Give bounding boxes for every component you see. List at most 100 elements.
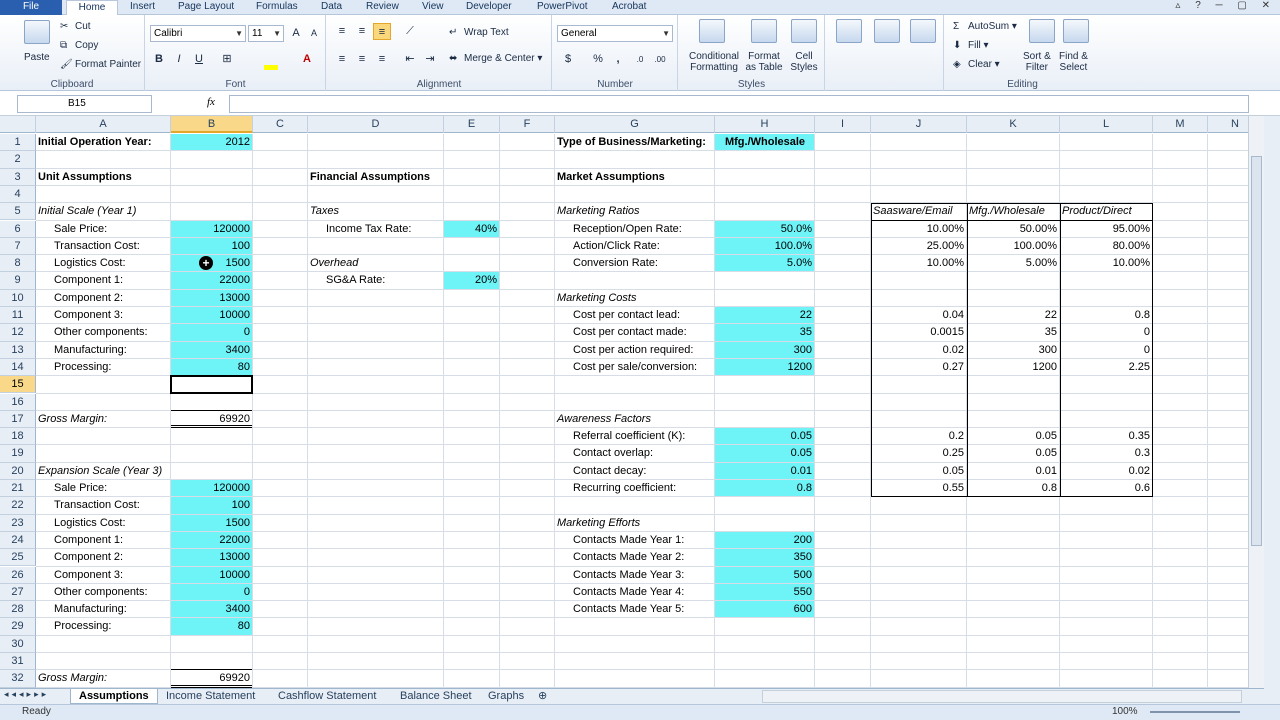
row-header-6[interactable]: 6 bbox=[0, 220, 36, 238]
cell-a29[interactable]: Processing: bbox=[54, 618, 111, 635]
cell-h8[interactable]: 5.0% bbox=[717, 255, 812, 272]
cell-k11[interactable]: 22 bbox=[969, 307, 1057, 324]
column-header-k[interactable]: K bbox=[967, 116, 1060, 133]
row-header-15[interactable]: 15 bbox=[0, 376, 36, 394]
row-header-30[interactable]: 30 bbox=[0, 635, 36, 653]
cell-g3[interactable]: Market Assumptions bbox=[557, 169, 665, 186]
row-header-25[interactable]: 25 bbox=[0, 549, 36, 567]
cell-a8[interactable]: Logistics Cost: bbox=[54, 255, 126, 272]
cell-b14[interactable]: 80 bbox=[173, 359, 250, 376]
window-controls[interactable]: ▵ ? ─ ▢ ✕ bbox=[1175, 0, 1276, 15]
cell-l21[interactable]: 0.6 bbox=[1062, 480, 1150, 497]
row-header-13[interactable]: 13 bbox=[0, 341, 36, 359]
cell-k5[interactable]: Mfg./Wholesale bbox=[969, 203, 1045, 220]
cell-j5[interactable]: Saasware/Email bbox=[873, 203, 952, 220]
cell-a24[interactable]: Component 1: bbox=[54, 532, 123, 549]
column-header-c[interactable]: C bbox=[253, 116, 308, 133]
cell-h26[interactable]: 500 bbox=[717, 567, 812, 584]
cell-l12[interactable]: 0 bbox=[1062, 324, 1150, 341]
horizontal-scrollbar[interactable] bbox=[762, 690, 1242, 703]
format-painter-button[interactable]: 🖌 Format Painter bbox=[60, 59, 141, 70]
cell-d8[interactable]: Overhead bbox=[310, 255, 358, 272]
align-center-icon[interactable]: ≡ bbox=[353, 51, 371, 68]
cell-k21[interactable]: 0.8 bbox=[969, 480, 1057, 497]
cell-a1[interactable]: Initial Operation Year: bbox=[38, 134, 152, 151]
cell-k18[interactable]: 0.05 bbox=[969, 428, 1057, 445]
cell-l18[interactable]: 0.35 bbox=[1062, 428, 1150, 445]
column-header-m[interactable]: M bbox=[1153, 116, 1208, 133]
cell-h24[interactable]: 200 bbox=[717, 532, 812, 549]
cell-g1[interactable]: Type of Business/Marketing: bbox=[557, 134, 706, 151]
insert-cells-icon[interactable] bbox=[836, 19, 862, 43]
cell-l7[interactable]: 80.00% bbox=[1062, 238, 1150, 255]
cell-g10[interactable]: Marketing Costs bbox=[557, 290, 636, 307]
cell-g26[interactable]: Contacts Made Year 3: bbox=[573, 567, 684, 584]
active-cell-selection[interactable] bbox=[170, 375, 253, 395]
row-header-18[interactable]: 18 bbox=[0, 428, 36, 446]
cell-h6[interactable]: 50.0% bbox=[717, 221, 812, 238]
cell-a21[interactable]: Sale Price: bbox=[54, 480, 107, 497]
cell-b25[interactable]: 13000 bbox=[173, 549, 250, 566]
clear-button[interactable]: ◈ Clear ▾ bbox=[953, 59, 1000, 70]
cell-k19[interactable]: 0.05 bbox=[969, 445, 1057, 462]
cell-a11[interactable]: Component 3: bbox=[54, 307, 123, 324]
italic-button[interactable]: I bbox=[170, 51, 188, 68]
cell-b1[interactable]: 2012 bbox=[173, 134, 250, 151]
row-header-16[interactable]: 16 bbox=[0, 393, 36, 411]
format-table-icon[interactable] bbox=[751, 19, 777, 43]
cell-j8[interactable]: 10.00% bbox=[873, 255, 964, 272]
sheet-nav-arrows[interactable]: ◂◂◂▸▸▸ bbox=[4, 689, 49, 700]
paste-icon[interactable] bbox=[24, 20, 50, 44]
column-header-h[interactable]: H bbox=[715, 116, 815, 133]
orientation-icon[interactable]: ⟋ bbox=[401, 23, 419, 40]
cell-a6[interactable]: Sale Price: bbox=[54, 221, 107, 238]
cell-b28[interactable]: 3400 bbox=[173, 601, 250, 618]
cell-styles-icon[interactable] bbox=[791, 19, 817, 43]
row-header-9[interactable]: 9 bbox=[0, 272, 36, 290]
number-format-select[interactable]: General ▼ bbox=[557, 25, 673, 42]
column-header-l[interactable]: L bbox=[1060, 116, 1153, 133]
binoculars-icon[interactable] bbox=[1063, 19, 1089, 43]
cell-l6[interactable]: 95.00% bbox=[1062, 221, 1150, 238]
underline-button[interactable]: U bbox=[190, 51, 208, 68]
cell-a20[interactable]: Expansion Scale (Year 3) bbox=[38, 463, 162, 480]
cell-h28[interactable]: 600 bbox=[717, 601, 812, 618]
row-header-31[interactable]: 31 bbox=[0, 653, 36, 671]
cell-b26[interactable]: 10000 bbox=[173, 567, 250, 584]
row-header-32[interactable]: 32 bbox=[0, 670, 36, 688]
row-header-14[interactable]: 14 bbox=[0, 358, 36, 377]
zoom-slider[interactable] bbox=[1150, 711, 1240, 713]
cell-j19[interactable]: 0.25 bbox=[873, 445, 964, 462]
cell-k12[interactable]: 35 bbox=[969, 324, 1057, 341]
cell-h12[interactable]: 35 bbox=[717, 324, 812, 341]
cell-l14[interactable]: 2.25 bbox=[1062, 359, 1150, 376]
row-header-20[interactable]: 20 bbox=[0, 462, 36, 480]
increase-indent-icon[interactable]: ⇥ bbox=[421, 51, 439, 68]
bold-button[interactable]: B bbox=[150, 51, 168, 68]
row-header-4[interactable]: 4 bbox=[0, 185, 36, 204]
cell-j14[interactable]: 0.27 bbox=[873, 359, 964, 376]
row-header-11[interactable]: 11 bbox=[0, 307, 36, 325]
cell-h18[interactable]: 0.05 bbox=[717, 428, 812, 445]
sheet-tab-cashflow-statement[interactable]: Cashflow Statement bbox=[270, 689, 384, 704]
cell-styles-button[interactable]: Cell Styles bbox=[787, 51, 821, 73]
cell-a23[interactable]: Logistics Cost: bbox=[54, 515, 126, 532]
ribbon-tab-developer[interactable]: Developer bbox=[466, 0, 512, 15]
row-header-28[interactable]: 28 bbox=[0, 601, 36, 619]
decrease-decimal-icon[interactable]: .00 bbox=[651, 51, 669, 68]
cell-a7[interactable]: Transaction Cost: bbox=[54, 238, 140, 255]
ribbon-tab-page-layout[interactable]: Page Layout bbox=[178, 0, 234, 15]
cell-j20[interactable]: 0.05 bbox=[873, 463, 964, 480]
cell-h7[interactable]: 100.0% bbox=[717, 238, 812, 255]
zoom-level[interactable]: 100% bbox=[1112, 706, 1138, 717]
row-header-17[interactable]: 17 bbox=[0, 410, 36, 429]
decrease-indent-icon[interactable]: ⇤ bbox=[401, 51, 419, 68]
sheet-tab-assumptions[interactable]: Assumptions bbox=[70, 689, 158, 704]
cell-a3[interactable]: Unit Assumptions bbox=[38, 169, 132, 186]
ribbon-tab-powerpivot[interactable]: PowerPivot bbox=[537, 0, 588, 15]
cell-a28[interactable]: Manufacturing: bbox=[54, 601, 127, 618]
cell-b9[interactable]: 22000 bbox=[173, 272, 250, 289]
cell-d5[interactable]: Taxes bbox=[310, 203, 339, 220]
sheet-tab-graphs[interactable]: Graphs bbox=[480, 689, 532, 704]
fill-color-icon[interactable] bbox=[264, 65, 278, 70]
